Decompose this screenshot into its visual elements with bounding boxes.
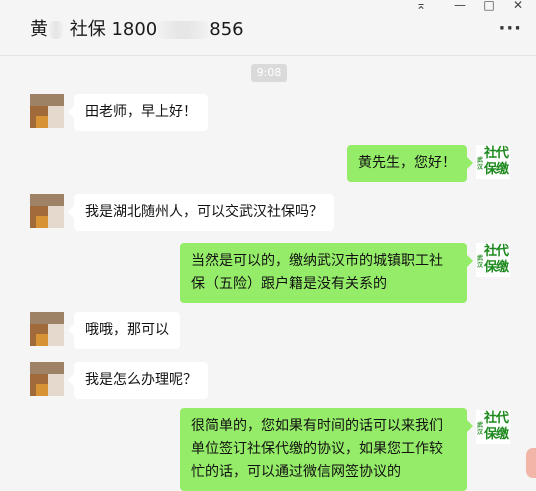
decorative-sticker bbox=[526, 448, 536, 478]
title-suffix: 856 bbox=[209, 19, 244, 40]
more-options-button[interactable]: ··· bbox=[498, 18, 522, 39]
agent-avatar-small-text: 武汉 bbox=[477, 255, 484, 269]
agent-avatar[interactable]: 武汉 社代保缴 bbox=[476, 410, 510, 444]
message-bubble-incoming[interactable]: 哦哦，那可以 bbox=[68, 312, 180, 349]
pin-icon[interactable]: ⌅ bbox=[410, 0, 432, 12]
chat-title-bar: 黄 社保 1800 856 ⌅ — □ ✕ ··· bbox=[0, 0, 536, 56]
maximize-button[interactable]: □ bbox=[478, 0, 500, 12]
agent-avatar-big-text: 社代保缴 bbox=[484, 146, 509, 177]
message-timestamp: 9:08 bbox=[251, 64, 287, 82]
message-bubble-incoming[interactable]: 我是怎么办理呢？ bbox=[68, 362, 208, 399]
message-bubble-outgoing[interactable]: 当然是可以的，缴纳武汉市的城镇职工社保（五险）跟户籍是没有关系的 bbox=[180, 243, 473, 303]
message-bubble-outgoing[interactable]: 黄先生，您好！ bbox=[347, 145, 473, 182]
redacted-block bbox=[158, 21, 209, 39]
message-bubble-incoming[interactable]: 我是湖北随州人，可以交武汉社保吗？ bbox=[68, 194, 334, 231]
agent-avatar[interactable]: 武汉 社代保缴 bbox=[476, 243, 510, 277]
agent-avatar-big-text: 社代保缴 bbox=[484, 411, 509, 442]
contact-avatar[interactable] bbox=[30, 362, 64, 396]
message-bubble-incoming[interactable]: 田老师，早上好！ bbox=[68, 94, 208, 131]
contact-avatar[interactable] bbox=[30, 194, 64, 228]
contact-avatar[interactable] bbox=[30, 94, 64, 128]
agent-avatar-big-text: 社代保缴 bbox=[484, 244, 509, 275]
agent-avatar[interactable]: 武汉 社代保缴 bbox=[476, 145, 510, 179]
title-prefix: 黄 bbox=[30, 19, 48, 40]
agent-avatar-small-text: 武汉 bbox=[477, 157, 484, 171]
message-bubble-outgoing[interactable]: 很简单的，您如果有时间的话可以来我们单位签订社保代缴的协议，如果您工作较忙的话，… bbox=[180, 408, 473, 491]
minimize-button[interactable]: — bbox=[449, 0, 471, 12]
chat-title: 黄 社保 1800 856 bbox=[30, 15, 244, 41]
close-button[interactable]: ✕ bbox=[507, 0, 529, 12]
contact-avatar[interactable] bbox=[30, 312, 64, 346]
title-mid: 社保 1800 bbox=[64, 19, 158, 40]
agent-avatar-small-text: 武汉 bbox=[477, 422, 484, 436]
redacted-block bbox=[49, 21, 63, 39]
